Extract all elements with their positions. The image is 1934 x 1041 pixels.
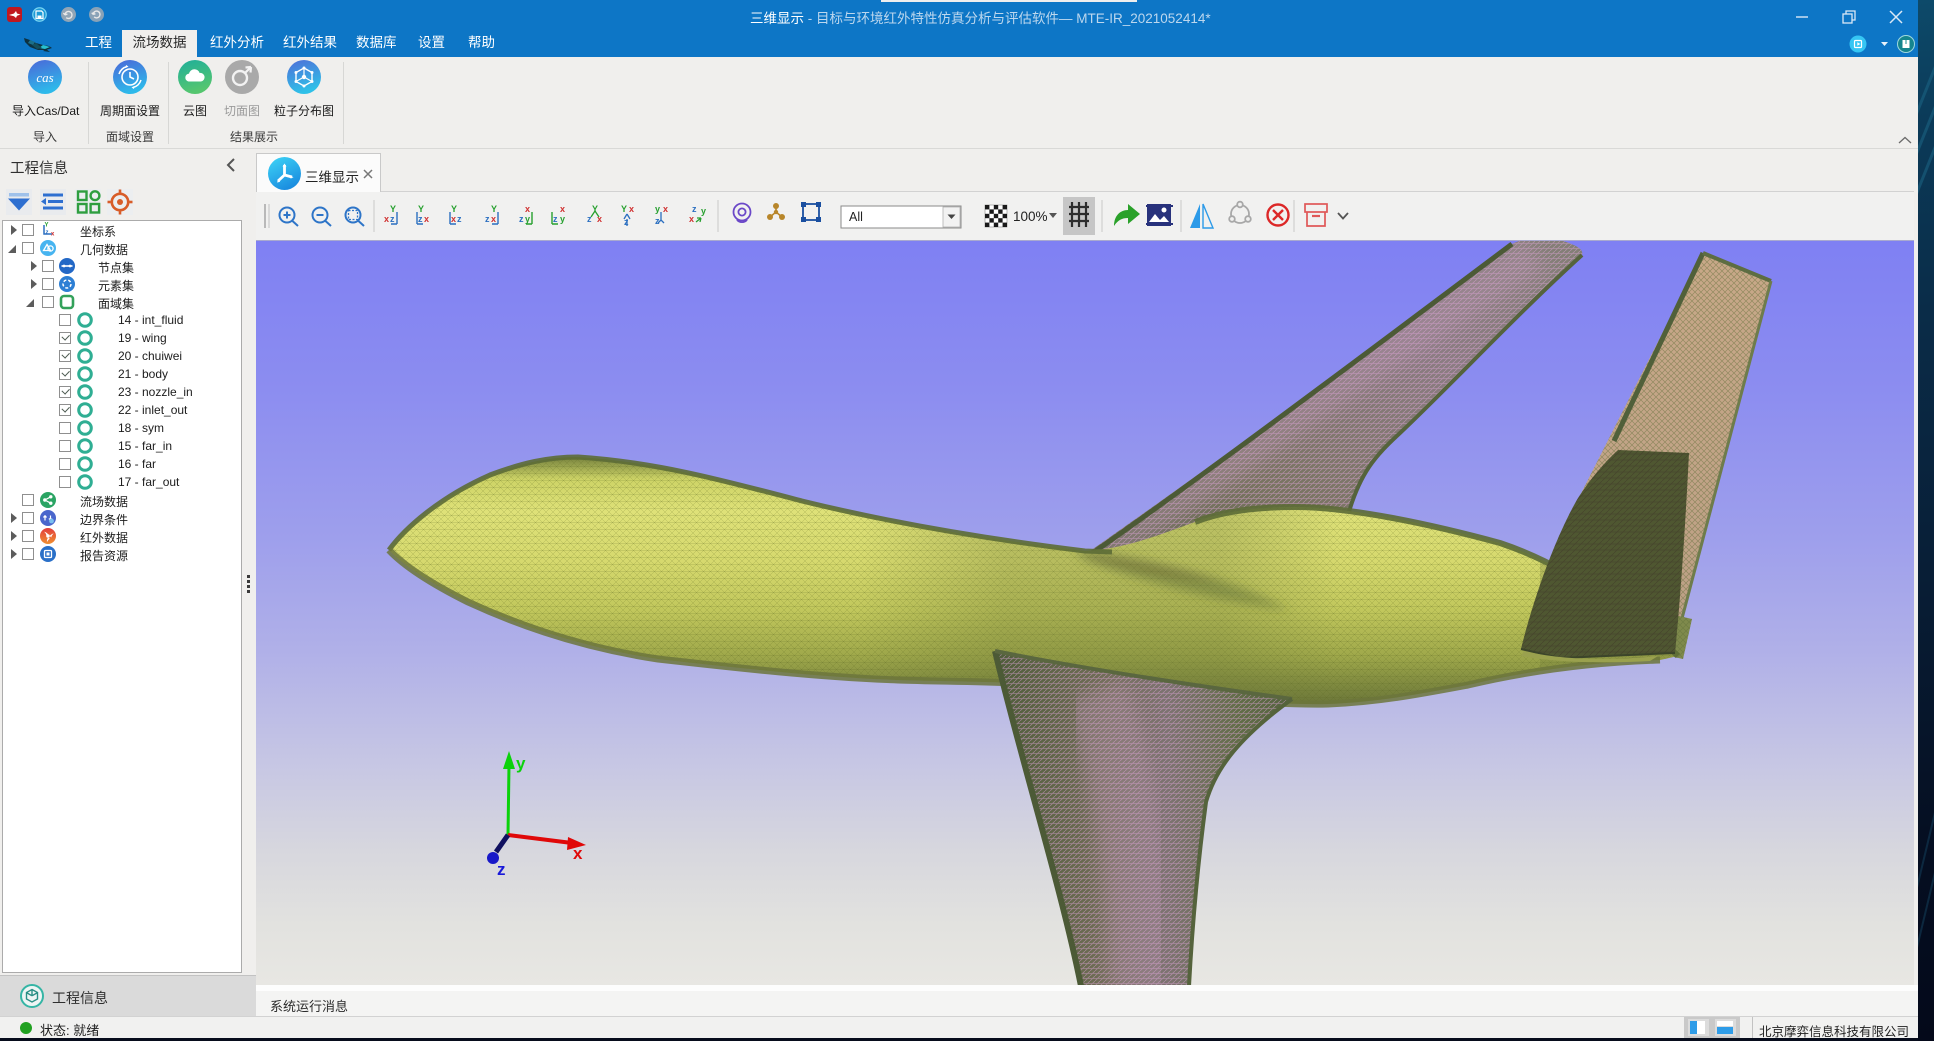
svg-text:x: x [689, 214, 694, 224]
svg-text:z: z [485, 214, 490, 224]
svg-text:y: y [560, 214, 565, 224]
svg-text:x: x [451, 214, 456, 224]
svg-text:Y: Y [418, 204, 424, 214]
svg-text:All: All [849, 210, 863, 224]
svg-text:z: z [692, 204, 697, 214]
svg-text:z: z [418, 214, 423, 224]
svg-text:z: z [553, 214, 558, 224]
svg-text:z: z [519, 214, 524, 224]
svg-text:x: x [560, 204, 565, 214]
svg-text:z: z [457, 214, 462, 224]
svg-text:x: x [51, 232, 55, 238]
svg-text:z: z [655, 216, 660, 226]
svg-text:x: x [525, 204, 530, 214]
svg-text:x: x [384, 214, 389, 224]
svg-text:x: x [597, 214, 602, 224]
svg-text:Y: Y [592, 204, 598, 214]
svg-text:Y: Y [451, 204, 457, 214]
svg-text:x: x [663, 204, 668, 214]
svg-text:Y: Y [390, 204, 396, 214]
svg-text:x: x [491, 214, 496, 224]
svg-text:z: z [624, 217, 629, 227]
svg-text:z: z [46, 230, 49, 236]
svg-text:Y: Y [45, 223, 49, 229]
svg-text:x: x [629, 204, 634, 214]
svg-text:z: z [497, 860, 506, 879]
svg-text:z: z [390, 214, 395, 224]
svg-text:y: y [655, 204, 660, 214]
svg-text:Y: Y [621, 204, 627, 214]
svg-text:x: x [573, 844, 583, 863]
svg-text:y: y [525, 214, 530, 224]
svg-text:100%: 100% [1013, 209, 1048, 224]
svg-text:y: y [701, 206, 706, 216]
svg-text:x: x [424, 214, 429, 224]
svg-text:cas: cas [36, 70, 53, 85]
svg-text:y: y [516, 754, 526, 773]
svg-text:Y: Y [491, 204, 497, 214]
